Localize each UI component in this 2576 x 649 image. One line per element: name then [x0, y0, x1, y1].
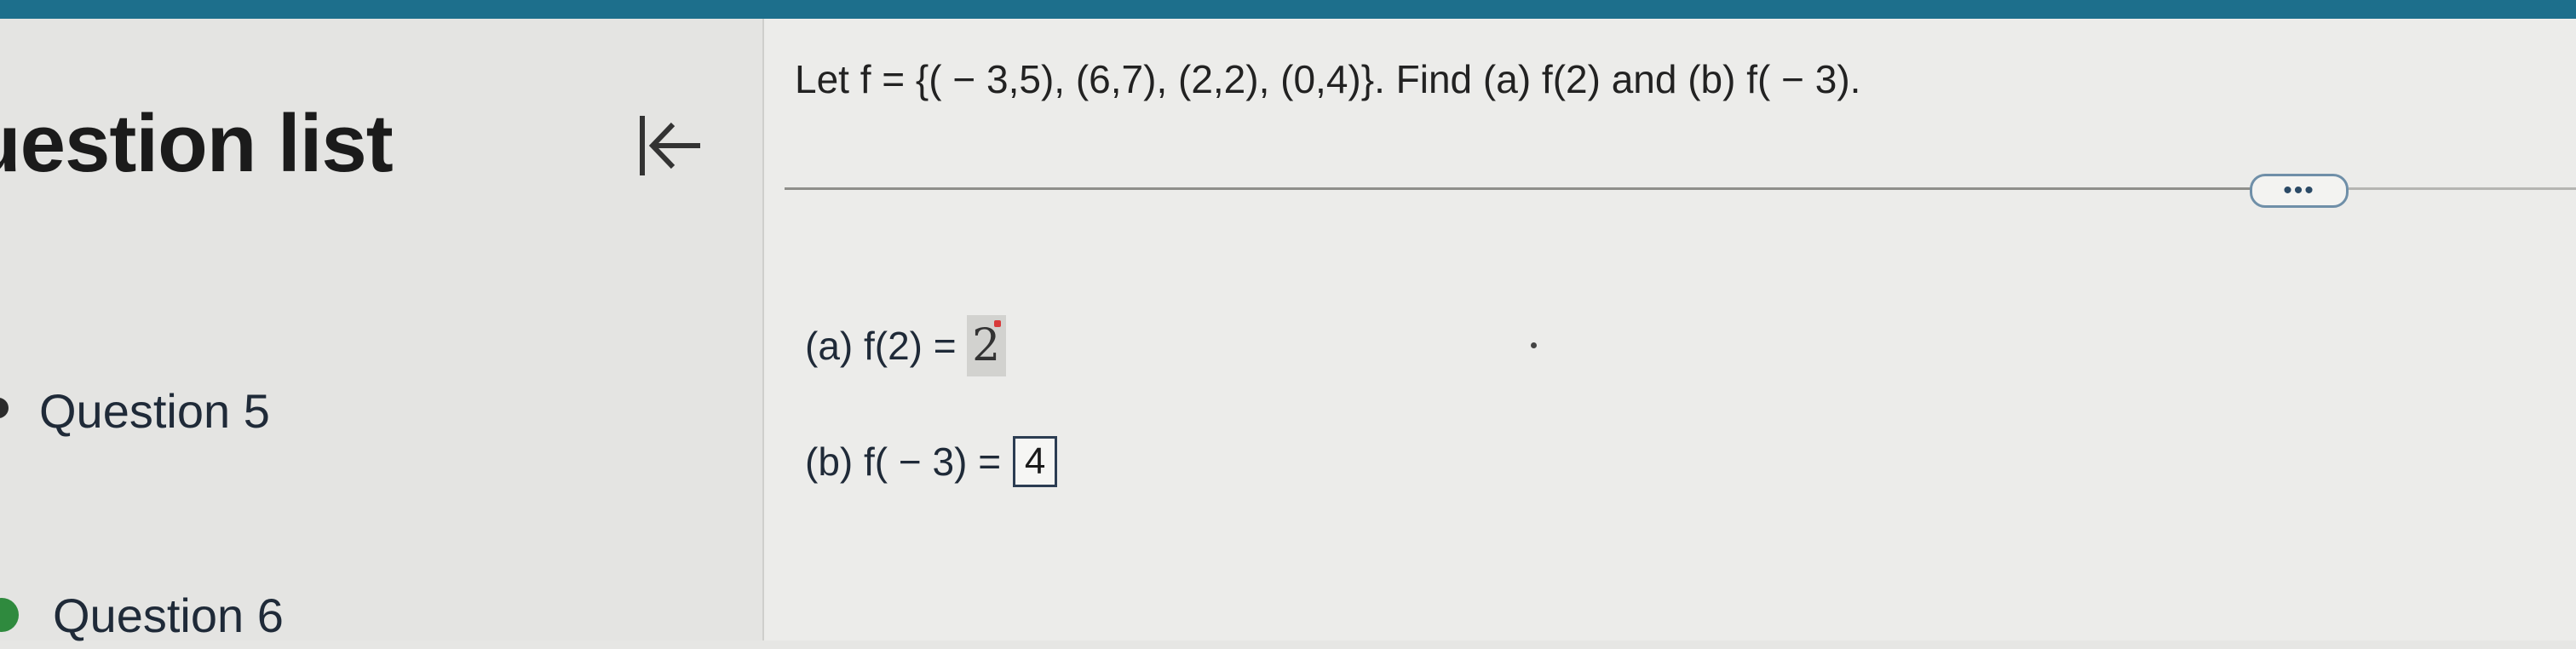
- question-text: Let f = {( − 3,5), (6,7), (2,2), (0,4)}.…: [795, 57, 1861, 101]
- text-cursor-icon: [993, 320, 1001, 327]
- divider: [785, 187, 2267, 190]
- question-panel: Let f = {( − 3,5), (6,7), (2,2), (0,4)}.…: [764, 19, 2576, 640]
- more-options-button[interactable]: •••: [2250, 174, 2349, 208]
- collapse-left-icon: [640, 116, 700, 175]
- answer-input-b[interactable]: 4: [1013, 436, 1058, 487]
- answer-row-a: (a) f(2) = 2: [805, 315, 1006, 376]
- top-bar: [0, 0, 2576, 19]
- divider: [2349, 187, 2576, 190]
- collapse-sidebar-button[interactable]: [622, 99, 716, 192]
- question-status-dot: [0, 598, 19, 632]
- question-item-label: Question 5: [39, 383, 270, 438]
- question-status-dot: [0, 398, 9, 418]
- answer-value-a: 2: [972, 320, 1001, 371]
- answer-row-b: (b) f( − 3) = 4: [805, 436, 1058, 487]
- question-item-label: Question 6: [53, 588, 284, 642]
- screen-speck: [1531, 342, 1537, 348]
- question-list-sidebar: uestion list Question 5 Question 6: [0, 19, 764, 642]
- answer-label-a: (a) f(2) =: [805, 324, 957, 368]
- question-list-title: uestion list: [0, 98, 394, 189]
- answer-label-b: (b) f( − 3) =: [805, 439, 1002, 484]
- answer-input-a[interactable]: 2: [966, 315, 1006, 376]
